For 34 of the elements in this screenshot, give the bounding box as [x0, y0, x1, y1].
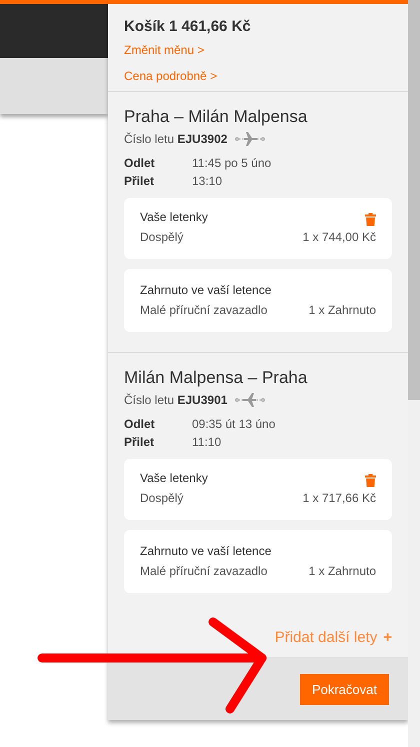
time-value: 11:45 po 5 úno	[192, 154, 272, 172]
time-value: 09:35 út 13 úno	[192, 416, 276, 432]
included-item: Malé příruční zavazadlo	[140, 562, 268, 580]
time-label: Odlet	[124, 416, 156, 432]
trash-icon[interactable]	[365, 474, 376, 486]
trash-icon[interactable]	[365, 212, 376, 226]
time-label: Odlet	[124, 154, 156, 172]
link[interactable]: Cena podrobně >	[124, 66, 218, 84]
time-value: 11:10	[192, 434, 222, 450]
included-item: Malé příruční zavazadlo	[140, 302, 268, 318]
continue-button[interactable]: Pokračovat	[300, 674, 389, 705]
card-title: Zahrnuto ve vaší letence	[140, 542, 272, 560]
passenger-type: Dospělý	[140, 490, 184, 506]
plane-icon	[235, 392, 266, 406]
card-title: Zahrnuto ve vaší letence	[140, 282, 272, 298]
flight-number: Číslo letu EJU3902	[124, 130, 228, 148]
ticket-price: 1 x 744,00 Kč	[302, 228, 376, 246]
included-value: 1 x Zahrnuto	[308, 302, 376, 318]
included-value: 1 x Zahrnuto	[308, 562, 376, 580]
scrollbar[interactable]	[408, 0, 420, 747]
cart-total: Košík 1 461,66 Kč	[124, 17, 252, 37]
time-label: Přilet	[124, 172, 156, 190]
link[interactable]: Změnit měnu >	[124, 40, 204, 58]
plane-icon	[235, 132, 266, 146]
route-title: Milán Malpensa – Praha	[124, 366, 308, 388]
flight-number: Číslo letu EJU3901	[124, 392, 228, 408]
add-flights-link[interactable]: Přidat další lety +	[274, 626, 392, 649]
card-title: Vaše letenky	[140, 470, 208, 486]
ticket-price: 1 x 717,66 Kč	[302, 490, 376, 506]
route-title: Praha – Milán Malpensa	[124, 106, 308, 128]
passenger-type: Dospělý	[140, 228, 184, 246]
card-title: Vaše letenky	[140, 208, 208, 226]
time-label: Přilet	[124, 434, 156, 450]
time-value: 13:10	[192, 172, 222, 190]
